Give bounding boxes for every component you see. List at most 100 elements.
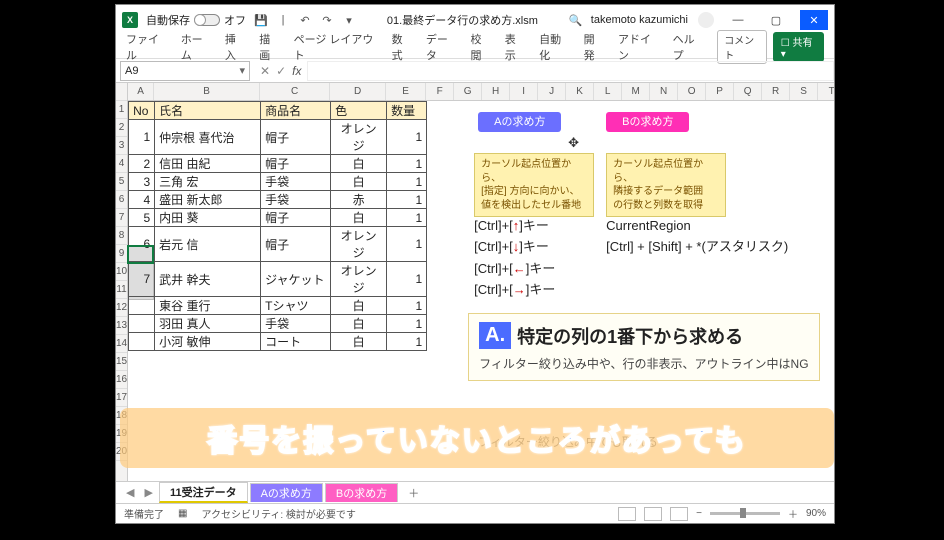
table-cell[interactable]: 小河 敏伸 [155, 333, 261, 351]
col-header[interactable]: P [706, 83, 734, 100]
row-header[interactable]: 5 [116, 173, 127, 191]
tab-file[interactable]: ファイル [126, 31, 167, 63]
tab-automate[interactable]: 自動化 [539, 31, 570, 63]
btn-b-method[interactable]: Bの求め方 [606, 113, 689, 129]
col-header[interactable]: O [678, 83, 706, 100]
col-header[interactable]: J [538, 83, 566, 100]
tab-view[interactable]: 表示 [505, 31, 525, 63]
table-cell[interactable] [129, 333, 155, 351]
col-header[interactable]: N [650, 83, 678, 100]
table-cell[interactable]: 東谷 重行 [155, 297, 261, 315]
row-header[interactable]: 8 [116, 227, 127, 245]
col-header[interactable]: M [622, 83, 650, 100]
table-cell[interactable]: 帽子 [261, 155, 331, 173]
table-cell[interactable]: 1 [387, 155, 427, 173]
btn-a-method[interactable]: Aの求め方 [478, 113, 561, 129]
row-header[interactable]: 2 [116, 119, 127, 137]
tab-help[interactable]: ヘルプ [673, 31, 704, 63]
col-header[interactable]: L [594, 83, 622, 100]
table-cell[interactable]: オレンジ [331, 120, 387, 155]
table-cell[interactable]: 白 [331, 209, 387, 227]
col-header[interactable]: D [330, 83, 386, 100]
table-cell[interactable]: 3 [129, 173, 155, 191]
sheet-tab-3[interactable]: Bの求め方 [325, 483, 398, 502]
table-cell[interactable]: 1 [387, 297, 427, 315]
table-cell[interactable]: コート [261, 333, 331, 351]
table-cell[interactable]: 白 [331, 155, 387, 173]
table-cell[interactable] [129, 297, 155, 315]
table-cell[interactable]: 7 [129, 262, 155, 297]
row-header[interactable]: 10 [116, 263, 127, 281]
col-header[interactable]: E [386, 83, 426, 100]
tab-developer[interactable]: 開発 [584, 31, 604, 63]
redo-icon[interactable]: ↷ [320, 13, 334, 27]
table-cell[interactable]: 帽子 [261, 209, 331, 227]
save-icon[interactable]: 💾 [254, 13, 268, 27]
zoom-out-button[interactable]: − [696, 508, 702, 519]
row-header[interactable]: 14 [116, 335, 127, 353]
tab-formulas[interactable]: 数式 [392, 31, 412, 63]
row-header[interactable]: 3 [116, 137, 127, 155]
add-sheet-button[interactable]: ＋ [400, 485, 427, 501]
fx-icon[interactable]: fx [292, 64, 301, 78]
col-header[interactable]: B [154, 83, 260, 100]
table-cell[interactable]: 帽子 [261, 120, 331, 155]
col-header[interactable]: Q [734, 83, 762, 100]
col-header[interactable]: C [260, 83, 330, 100]
col-header[interactable]: I [510, 83, 538, 100]
col-header[interactable]: G [454, 83, 482, 100]
cancel-icon[interactable]: ✕ [260, 64, 270, 78]
table-cell[interactable]: 仲宗根 喜代治 [155, 120, 261, 155]
close-button[interactable]: ✕ [800, 10, 828, 30]
table-cell[interactable]: 盛田 新太郎 [155, 191, 261, 209]
table-cell[interactable]: 三角 宏 [155, 173, 261, 191]
row-header[interactable]: 9 [116, 245, 127, 263]
maximize-button[interactable]: ▢ [762, 10, 790, 30]
table-cell[interactable]: 1 [387, 227, 427, 262]
table-cell[interactable]: 白 [331, 173, 387, 191]
view-page-break-icon[interactable] [670, 507, 688, 521]
sheet-tab-1[interactable]: 11受注データ [159, 482, 248, 503]
name-box[interactable]: A9 ▾ [120, 61, 250, 81]
row-header[interactable]: 6 [116, 191, 127, 209]
table-cell[interactable]: 武井 幹夫 [155, 262, 261, 297]
row-header[interactable]: 13 [116, 317, 127, 335]
row-header[interactable]: 1 [116, 101, 127, 119]
table-cell[interactable]: 白 [331, 297, 387, 315]
qat-dropdown-icon[interactable]: ▾ [342, 13, 356, 27]
view-normal-icon[interactable] [618, 507, 636, 521]
share-button[interactable]: ☐ 共有 ▾ [773, 32, 824, 62]
table-cell[interactable]: 1 [387, 333, 427, 351]
row-header[interactable]: 15 [116, 353, 127, 371]
col-header[interactable]: K [566, 83, 594, 100]
table-cell[interactable]: 手袋 [261, 191, 331, 209]
tab-review[interactable]: 校閲 [470, 31, 490, 63]
row-header[interactable]: 17 [116, 389, 127, 407]
table-cell[interactable]: 信田 由紀 [155, 155, 261, 173]
col-header[interactable]: T [818, 83, 834, 100]
formula-input[interactable] [307, 61, 834, 81]
tab-draw[interactable]: 描画 [259, 31, 279, 63]
col-header[interactable]: A [128, 83, 154, 100]
table-cell[interactable]: 5 [129, 209, 155, 227]
table-cell[interactable]: Tシャツ [261, 297, 331, 315]
tab-home[interactable]: ホーム [181, 31, 211, 63]
table-cell[interactable]: 1 [387, 209, 427, 227]
search-icon[interactable]: 🔍 [569, 13, 583, 27]
table-cell[interactable]: 1 [387, 315, 427, 333]
table-cell[interactable]: 手袋 [261, 315, 331, 333]
enter-icon[interactable]: ✓ [276, 64, 286, 78]
row-header[interactable]: 16 [116, 371, 127, 389]
row-header[interactable]: 4 [116, 155, 127, 173]
table-cell[interactable]: 帽子 [261, 227, 331, 262]
tab-nav-prev[interactable]: ◀ [122, 486, 138, 499]
tab-data[interactable]: データ [426, 31, 457, 63]
table-cell[interactable]: 白 [331, 315, 387, 333]
col-header[interactable]: H [482, 83, 510, 100]
table-cell[interactable]: 2 [129, 155, 155, 173]
sheet-tab-2[interactable]: Aの求め方 [250, 483, 323, 502]
table-cell[interactable]: 岩元 信 [155, 227, 261, 262]
table-cell[interactable]: オレンジ [331, 227, 387, 262]
table-cell[interactable]: 1 [387, 262, 427, 297]
table-cell[interactable]: 6 [129, 227, 155, 262]
